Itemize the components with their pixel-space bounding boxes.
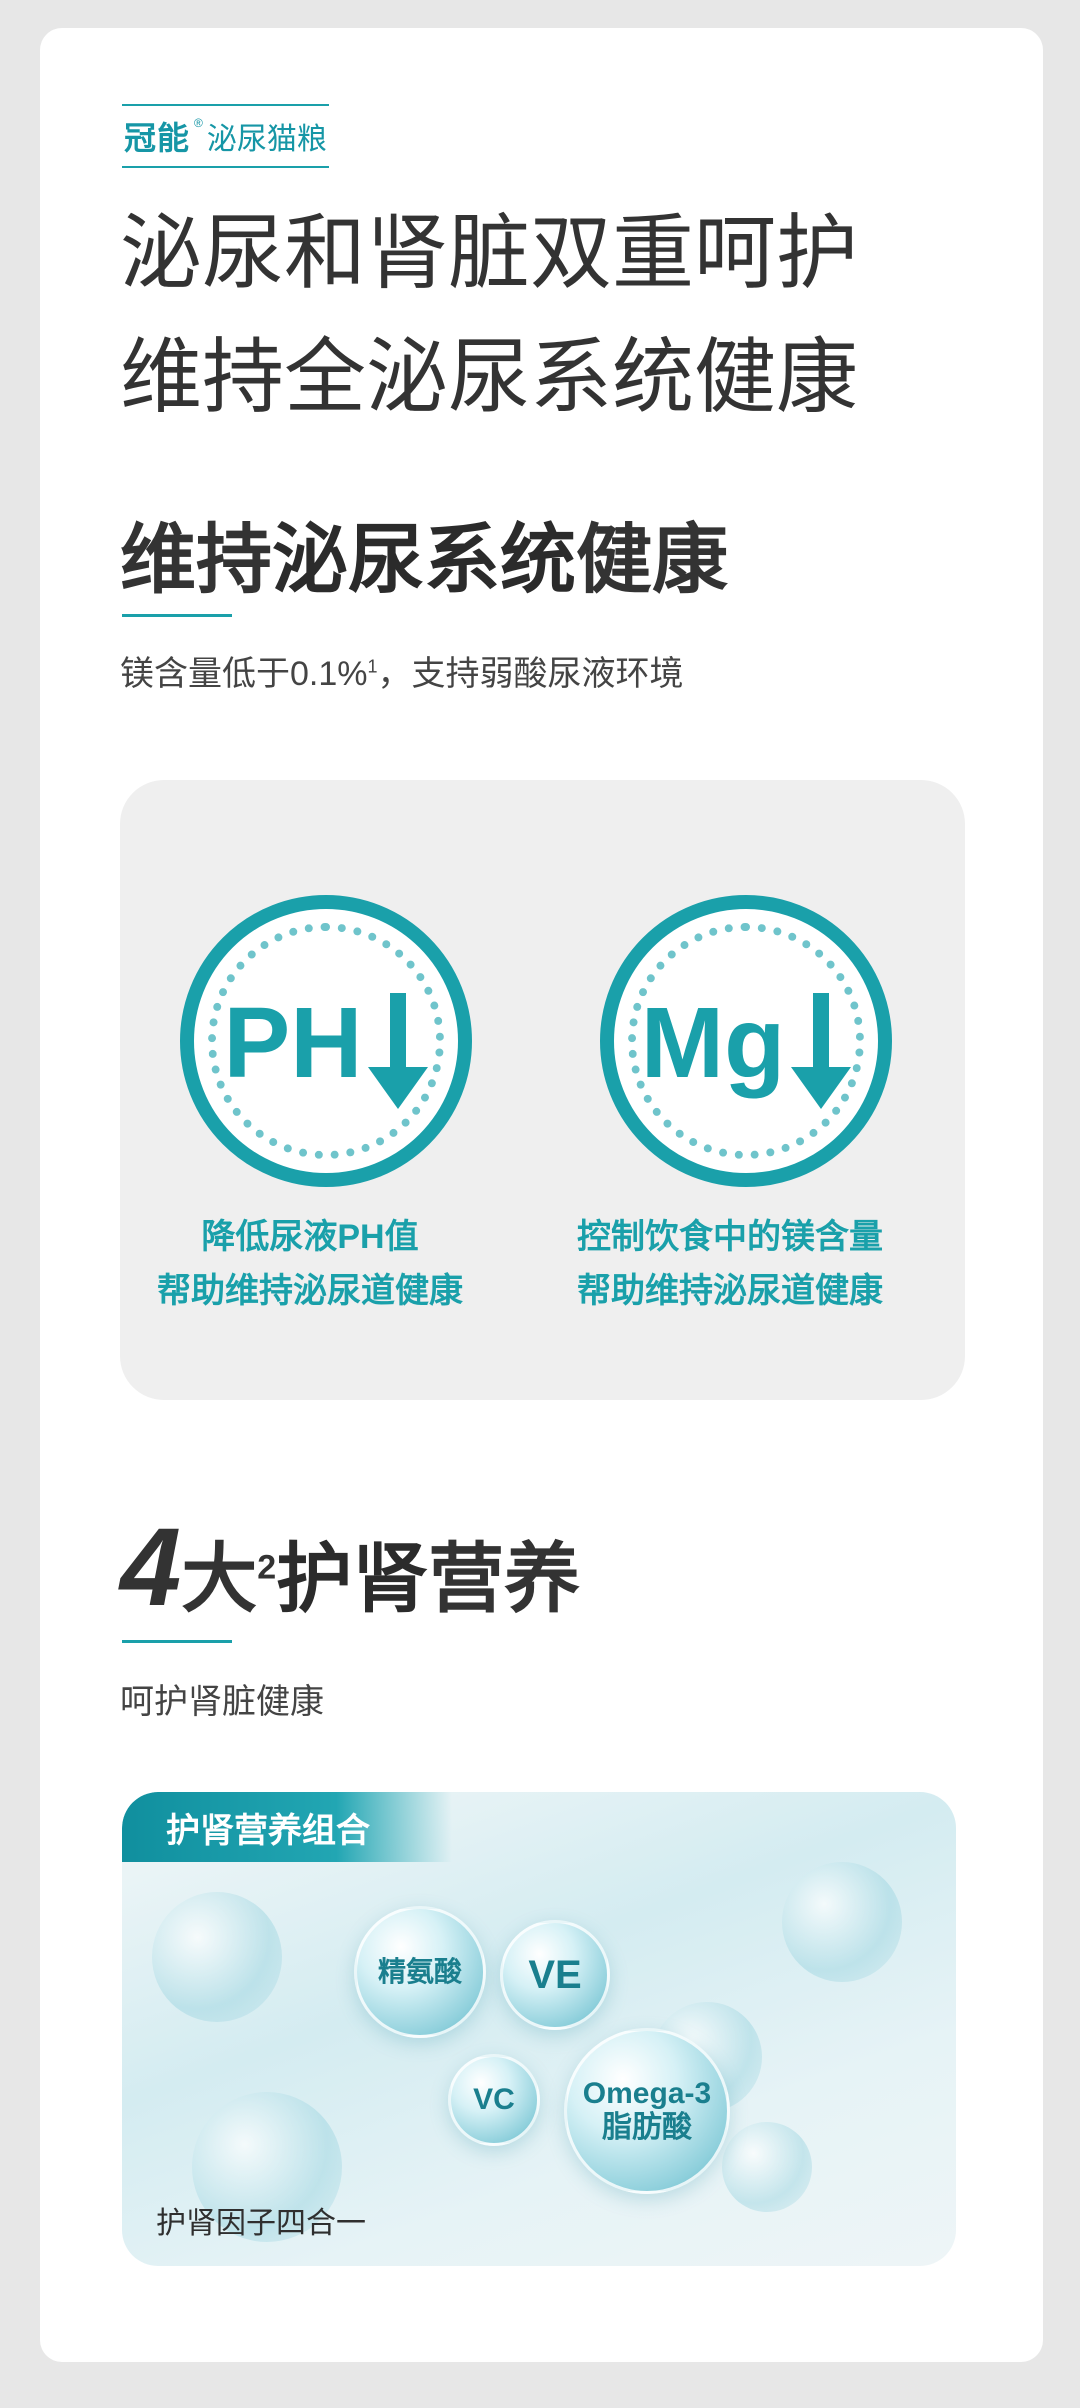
vc-bubble: VC [448,2054,540,2146]
section1-title-post: 健康 [576,518,728,603]
ph-badge-icon: PH [180,895,472,1187]
hero-title: 泌尿和肾脏双重呵护 维持全泌尿系统健康 [120,192,980,440]
mg-caption-line2: 帮助维持泌尿道健康 [577,1272,883,1310]
mg-badge-label: Mg [640,987,786,1099]
arrow-down-icon [368,993,429,1111]
mg-caption: 控制饮食中的镁含量 帮助维持泌尿道健康 [540,1210,920,1318]
omega3-bubble: Omega-3 脂肪酸 [564,2028,730,2194]
background-bubble [152,1892,282,2022]
section2-accent-line [122,1640,232,1643]
omega3-label: Omega-3 [582,2076,712,2110]
section1-subtitle: 镁含量低于0.1%1，支持弱酸尿液环境 [120,646,684,695]
section1-title: 维持泌尿系统健康 [120,498,728,608]
hero-title-line2: 维持全泌尿系统健康 [120,332,859,423]
section1-accent-line [122,614,232,617]
ph-caption-line2: 帮助维持泌尿道健康 [157,1272,463,1310]
footnote-1: 1 [367,656,378,677]
ve-bubble: VE [500,1920,610,2030]
footnote-2: 2 [257,1548,277,1587]
section2-subtitle: 呵护肾脏健康 [120,1683,324,1721]
feature-ph: PH 降低尿液PH值 帮助维持泌尿道健康 [120,780,500,1400]
combo-tab-label: 护肾营养组合 [122,1792,452,1862]
background-bubble [722,2122,812,2212]
feature-mg: Mg 控制饮食中的镁含量 帮助维持泌尿道健康 [540,780,920,1400]
mg-badge-icon: Mg [600,895,892,1187]
hero-title-line1: 泌尿和肾脏双重呵护 [120,208,859,299]
vc-label: VC [473,2082,515,2116]
brand-tag: 冠能 ® 泌尿猫粮 [122,104,329,168]
section2-title-bold: 护肾 [276,1537,429,1622]
ph-badge-content: PH [194,993,458,1111]
arrow-down-icon [791,993,852,1111]
arginine-label: 精氨酸 [377,1955,462,1987]
brand-logo: 冠能 [124,120,191,156]
section2-number: 4 [120,1506,182,1629]
mg-badge-content: Mg [614,993,878,1111]
background-bubble [782,1862,902,1982]
section1-title-bold: 泌尿系统 [272,518,576,603]
fatty-acid-label: 脂肪酸 [602,2111,692,2144]
features-panel: PH 降低尿液PH值 帮助维持泌尿道健康 Mg 控制饮食中的镁含量 帮助维持泌尿… [120,780,965,1400]
ve-label: VE [528,1953,582,1997]
section2-title-post: 营养 [428,1537,581,1622]
section2-char: 大 [181,1537,258,1622]
ph-caption-line1: 降低尿液PH值 [201,1218,419,1256]
section1-sub-rest: ，支持弱酸尿液环境 [377,655,684,693]
combo-footer-text: 护肾因子四合一 [156,2207,366,2240]
arginine-bubble: 精氨酸 [354,1906,486,2038]
section2-title: 4大2护肾营养 [120,1504,580,1631]
section1-sub-main: 镁含量低于0.1% [120,655,368,693]
registered-mark: ® [194,116,203,130]
section1-title-pre: 维持 [120,518,272,603]
nutrition-combo-panel: 护肾营养组合 精氨酸 VE VC Omega-3 脂肪酸 护肾因子四合一 [122,1792,956,2266]
ph-caption: 降低尿液PH值 帮助维持泌尿道健康 [120,1210,500,1318]
product-name: 泌尿猫粮 [206,123,327,156]
ph-badge-label: PH [223,987,363,1099]
mg-caption-line1: 控制饮食中的镁含量 [577,1218,883,1256]
